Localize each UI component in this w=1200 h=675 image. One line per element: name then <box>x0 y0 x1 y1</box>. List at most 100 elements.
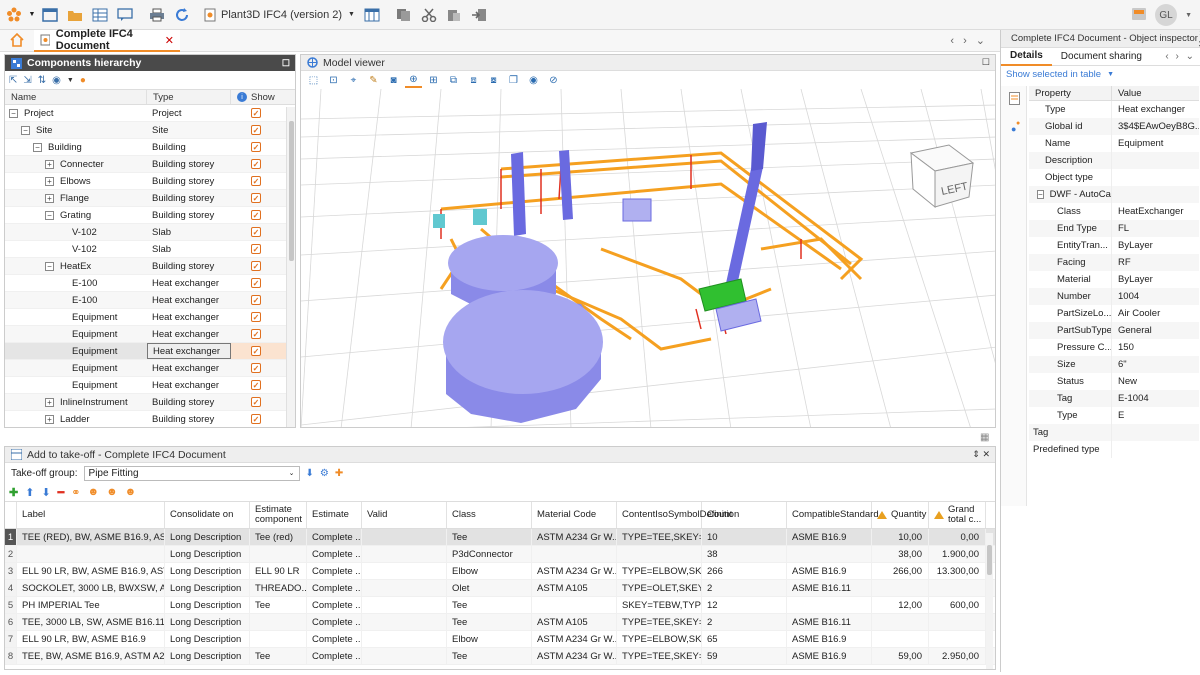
remove-icon[interactable]: ━ <box>58 486 65 499</box>
tab-nav-icons[interactable]: ‹ › ⌄ <box>1165 51 1196 62</box>
table-row[interactable]: 8TEE, BW, ASME B16.9, ASTM A234...Long D… <box>5 648 995 665</box>
takeoff-group-select[interactable]: Pipe Fitting ⌄ <box>83 465 300 481</box>
collapse-icon[interactable]: − <box>9 108 18 118</box>
hierarchy-scrollbar[interactable] <box>286 107 295 427</box>
show-checkbox[interactable]: ✓ <box>251 278 261 288</box>
download-icon[interactable]: ⬇ <box>306 468 314 479</box>
document-icon[interactable] <box>1009 92 1020 108</box>
tree-row[interactable]: − Project Project ✓ <box>5 105 295 122</box>
layer-filter-icon[interactable]: ⧈ <box>465 72 482 88</box>
tree-row[interactable]: Equipment Heat exchanger ✓ <box>5 326 295 343</box>
layout-icon[interactable]: ▦ <box>980 432 989 443</box>
show-checkbox[interactable]: ✓ <box>251 363 261 373</box>
layer-icon[interactable]: ⧉ <box>445 72 462 88</box>
move-down-icon[interactable]: ⬇ <box>41 486 50 499</box>
show-checkbox[interactable]: ✓ <box>251 159 261 169</box>
chevron-down-icon[interactable]: ▼ <box>67 77 74 84</box>
expand-icon[interactable]: + <box>45 176 54 186</box>
expand-icon[interactable]: + <box>45 159 54 169</box>
refresh-icon[interactable] <box>171 4 193 26</box>
column-property[interactable]: Property <box>1029 86 1111 100</box>
show-selected-in-table-link[interactable]: Show selected in table ▼ <box>1001 66 1200 82</box>
tree-row[interactable]: + InlineInstrument Building storey ✓ <box>5 394 295 411</box>
tree-row[interactable]: V-102 Slab ✓ <box>5 224 295 241</box>
grid-column-header[interactable]: Estimate component <box>250 502 307 528</box>
spreadsheet-icon[interactable] <box>361 4 383 26</box>
show-checkbox[interactable]: ✓ <box>251 380 261 390</box>
maximize-icon[interactable]: ☐ <box>282 58 290 69</box>
frame-icon[interactable]: ❐ <box>505 72 522 88</box>
table-row[interactable]: 7 ELL 90 LR, BW, ASME B16.9 Long Descripti… <box>5 631 995 648</box>
collapse-icon[interactable]: − <box>33 142 42 152</box>
property-row[interactable]: Type E <box>1029 407 1199 424</box>
globe-icon[interactable]: ⊕ <box>405 72 422 88</box>
import-icon[interactable] <box>468 4 490 26</box>
measure-icon[interactable]: ⧇ <box>485 72 502 88</box>
column-name[interactable]: Name <box>5 90 147 104</box>
show-checkbox[interactable]: ✓ <box>251 210 261 220</box>
tree-row[interactable]: Equipment Heat exchanger ✓ <box>5 360 295 377</box>
property-row[interactable]: Predefined type <box>1029 441 1199 458</box>
collapse-icon[interactable]: − <box>45 261 54 271</box>
tree-row[interactable]: V-102 Slab ✓ <box>5 241 295 258</box>
grid-column-header[interactable]: Consolidate on <box>165 502 250 528</box>
property-row[interactable]: Type Heat exchanger <box>1029 101 1199 118</box>
cut-icon[interactable] <box>418 4 440 26</box>
grid-column-header[interactable]: Class <box>447 502 532 528</box>
property-row[interactable]: Object type <box>1029 169 1199 186</box>
add-group-icon[interactable]: ✚ <box>335 468 343 479</box>
column-show[interactable]: i Show <box>231 90 287 104</box>
eye-icon[interactable]: ◉ <box>525 72 542 88</box>
collapse-icon[interactable]: − <box>21 125 30 135</box>
home-icon[interactable] <box>10 32 24 50</box>
show-checkbox[interactable]: ✓ <box>251 312 261 322</box>
user-remove-icon[interactable]: ☻ <box>125 486 137 498</box>
tree-row[interactable]: E-100 Heat exchanger ✓ <box>5 292 295 309</box>
grid-column-header[interactable]: ContentIsoSymbolDefinition <box>617 502 739 528</box>
column-type[interactable]: Type <box>147 90 231 104</box>
inbox-icon[interactable] <box>1131 7 1147 24</box>
table-icon[interactable] <box>89 4 111 26</box>
move-up-icon[interactable]: ⬆ <box>25 486 34 499</box>
table-row[interactable]: 6TEE, 3000 LB, SW, ASME B16.11, A...Long… <box>5 614 995 631</box>
print-icon[interactable] <box>146 4 168 26</box>
property-row[interactable]: − DWF - AutoCad <box>1029 186 1199 203</box>
show-checkbox[interactable]: ✓ <box>251 244 261 254</box>
collapse-all-icon[interactable]: ⇲ <box>23 75 31 86</box>
show-checkbox[interactable]: ✓ <box>251 108 261 118</box>
table-row[interactable]: 3 ELL 90 LR, BW, ASME B16.9, AST... Long D… <box>5 563 995 580</box>
show-checkbox[interactable]: ✓ <box>251 193 261 203</box>
copy-icon[interactable] <box>393 4 415 26</box>
tab-complete-ifc4-document[interactable]: Complete IFC4 Document ✕ <box>34 28 180 52</box>
property-row[interactable]: PartSizeLo... Air Cooler <box>1029 305 1199 322</box>
user-avatar[interactable]: GL <box>1155 4 1178 26</box>
show-checkbox[interactable]: ✓ <box>251 346 261 356</box>
grid-column-header[interactable]: Valid <box>362 502 447 528</box>
property-row[interactable]: Number 1004 <box>1029 288 1199 305</box>
tree-row[interactable]: − Site Site ✓ <box>5 122 295 139</box>
collapse-icon[interactable]: − <box>1037 190 1044 199</box>
close-icon[interactable]: ✕ <box>165 34 174 47</box>
chevron-down-icon[interactable]: ▼ <box>1185 12 1192 19</box>
table-row[interactable]: 4 SOCKOLET, 3000 LB, BWXSW, AS... Long Des… <box>5 580 995 597</box>
expand-icon[interactable]: + <box>45 414 54 424</box>
3d-scene[interactable]: LEFT <box>301 89 996 428</box>
property-row[interactable]: Tag <box>1029 424 1199 441</box>
folder-icon[interactable] <box>64 4 86 26</box>
show-checkbox[interactable]: ✓ <box>251 125 261 135</box>
expand-all-icon[interactable]: ⇱ <box>9 75 17 86</box>
property-row[interactable]: Facing RF <box>1029 254 1199 271</box>
select-icon[interactable]: ⬚ <box>305 72 322 88</box>
group-settings-icon[interactable]: ⚙ <box>320 468 329 479</box>
tree-row[interactable]: Equipment Heat exchanger ✓ <box>5 343 295 360</box>
tab-details[interactable]: Details <box>1001 48 1052 66</box>
property-row[interactable]: Pressure C... 150 <box>1029 339 1199 356</box>
tree-row[interactable]: − Building Building ✓ <box>5 139 295 156</box>
takeoff-scrollbar[interactable] <box>986 533 993 669</box>
sort-icon[interactable]: ⇅ <box>38 75 46 86</box>
tree-row[interactable]: − HeatEx Building storey ✓ <box>5 258 295 275</box>
tree-row[interactable]: Equipment Heat exchanger ✓ <box>5 309 295 326</box>
show-checkbox[interactable]: ✓ <box>251 176 261 186</box>
paste-icon[interactable] <box>443 4 465 26</box>
show-checkbox[interactable]: ✓ <box>251 295 261 305</box>
